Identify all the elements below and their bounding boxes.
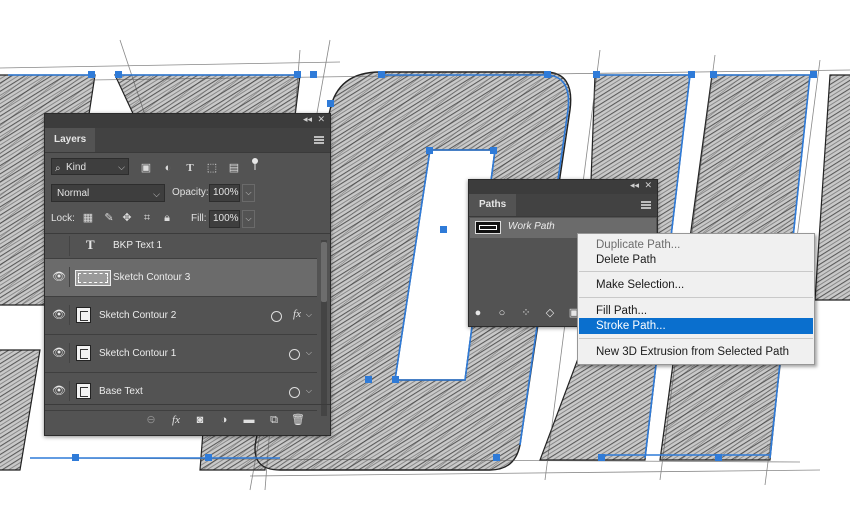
lock-image-pixels-icon[interactable]: ✎	[102, 211, 116, 225]
smart-filter-icon[interactable]	[289, 387, 300, 398]
opacity-input[interactable]: 100%	[209, 184, 240, 202]
layer-name: Sketch Contour 2	[99, 310, 177, 321]
link-layers-icon[interactable]: ⊖	[144, 413, 158, 427]
layer-row-sketch-contour-2[interactable]: 👁︎ Sketch Contour 2 fx ⌵	[45, 297, 317, 335]
close-icon[interactable]: ✕	[317, 115, 325, 125]
text-layer-icon: T	[86, 237, 95, 252]
opacity-label: Opacity:	[172, 187, 209, 198]
load-as-selection-icon[interactable]: ⁘	[520, 307, 532, 319]
collapse-icon[interactable]: ◂◂	[630, 181, 639, 191]
add-layer-mask-icon[interactable]: ◙	[193, 413, 207, 427]
panel-menu-icon[interactable]	[314, 136, 324, 144]
lock-transparent-pixels-icon[interactable]: ▦	[81, 211, 95, 225]
chevron-down-icon: ⌵	[153, 189, 160, 199]
layer-filter-row: ⌕ Kind ⌵ ▣ ◐ T ⬚ ▤	[45, 153, 330, 181]
add-layer-style-icon[interactable]: fx	[169, 413, 183, 427]
smart-object-thumbnail	[76, 383, 91, 399]
collapse-icon[interactable]: ◂◂	[303, 115, 312, 125]
path-thumbnail	[475, 221, 501, 234]
layers-panel-titlebar[interactable]: ◂◂ ✕	[45, 114, 330, 128]
tab-layers[interactable]: Layers	[45, 128, 96, 152]
layer-name: Sketch Contour 3	[113, 272, 191, 283]
layer-name: BKP Text 1	[113, 240, 163, 251]
blend-mode-select[interactable]: Normal ⌵	[51, 184, 165, 202]
lock-position-icon[interactable]: ✥	[120, 211, 134, 225]
lock-label: Lock:	[51, 213, 75, 224]
layer-row-sketch-contour-3[interactable]: 👁︎ Sketch Contour 3	[45, 259, 317, 297]
lock-artboard-icon[interactable]: ⌗	[140, 211, 154, 225]
blend-mode-value: Normal	[57, 188, 90, 199]
chevron-down-icon[interactable]: ⌵	[306, 348, 312, 358]
adjustment-filter-icon[interactable]: ◐	[159, 159, 177, 177]
menu-item-duplicate-path: Duplicate Path...	[596, 239, 681, 251]
menu-item-new-3d-extrusion[interactable]: New 3D Extrusion from Selected Path	[579, 344, 813, 360]
visibility-toggle-off[interactable]	[49, 236, 70, 256]
layer-row-sketch-contour-1[interactable]: 👁︎ Sketch Contour 1 ⌵	[45, 335, 317, 373]
make-work-path-icon[interactable]: ◇	[544, 307, 556, 319]
smart-object-thumbnail	[76, 345, 91, 361]
menu-separator	[579, 271, 813, 272]
blend-row: Normal ⌵ Opacity: 100% ⌵	[45, 181, 330, 207]
menu-item-stroke-path[interactable]: Stroke Path...	[579, 318, 813, 334]
eye-icon[interactable]: 👁︎	[49, 267, 70, 287]
chevron-down-icon[interactable]: ⌵	[306, 386, 312, 396]
type-filter-icon[interactable]: T	[181, 159, 199, 177]
chevron-down-icon: ⌵	[118, 162, 125, 172]
panel-menu-icon[interactable]	[641, 201, 651, 209]
opacity-slider-button[interactable]: ⌵	[242, 184, 255, 202]
chevron-down-icon[interactable]: ⌵	[306, 310, 312, 320]
fill-path-icon[interactable]: ●	[472, 307, 484, 319]
eye-icon[interactable]: 👁︎	[49, 343, 70, 363]
search-icon: ⌕	[55, 163, 61, 174]
layer-name: Sketch Contour 1	[99, 348, 177, 359]
menu-separator	[579, 338, 813, 339]
shape-filter-icon[interactable]: ⬚	[203, 159, 221, 177]
new-group-icon[interactable]: ▬	[242, 413, 256, 427]
layer-row-bkp-text-1[interactable]: T BKP Text 1	[45, 234, 317, 259]
paths-panel-titlebar[interactable]: ◂◂ ✕	[469, 180, 657, 194]
path-name: Work Path	[508, 221, 555, 232]
new-layer-icon[interactable]: ⧉	[267, 413, 281, 427]
smart-filter-icon[interactable]	[289, 349, 300, 360]
eye-icon[interactable]: 👁︎	[49, 381, 70, 401]
filter-toggle-icon[interactable]	[252, 158, 258, 170]
layer-thumbnail	[75, 270, 111, 286]
new-adjustment-layer-icon[interactable]: ◑	[217, 413, 231, 427]
layers-bottom-toolbar: ⊖ fx ◙ ◑ ▬ ⧉ 🗑︎	[45, 404, 330, 435]
image-filter-icon[interactable]: ▣	[137, 159, 155, 177]
menu-separator	[579, 297, 813, 298]
smart-object-thumbnail	[76, 307, 91, 323]
eye-icon[interactable]: 👁︎	[49, 305, 70, 325]
filter-kind-select[interactable]: ⌕ Kind ⌵	[51, 158, 129, 175]
smart-filter-icon[interactable]	[271, 311, 282, 322]
lock-row: Lock: ▦ ✎ ✥ ⌗ 🔒︎ Fill: 100% ⌵	[45, 207, 330, 234]
paths-tab-row: Paths	[469, 194, 657, 217]
path-context-menu[interactable]: Duplicate Path... Delete Path Make Selec…	[577, 233, 815, 365]
close-icon[interactable]: ✕	[644, 181, 652, 191]
layer-effects-icon[interactable]: fx	[293, 308, 301, 320]
tab-paths[interactable]: Paths	[469, 194, 517, 216]
delete-layer-icon[interactable]: 🗑︎	[291, 413, 305, 427]
stroke-path-icon[interactable]: ○	[496, 307, 508, 319]
menu-item-delete-path[interactable]: Delete Path	[579, 252, 813, 268]
menu-item-fill-path[interactable]: Fill Path...	[579, 303, 813, 319]
menu-item-make-selection[interactable]: Make Selection...	[579, 277, 813, 293]
fill-label: Fill:	[191, 213, 207, 224]
layers-panel[interactable]: ◂◂ ✕ Layers ⌕ Kind ⌵ ▣ ◐ T ⬚ ▤ Normal ⌵ Opac…	[44, 113, 331, 436]
smart-object-filter-icon[interactable]: ▤	[225, 159, 243, 177]
lock-all-icon[interactable]: 🔒︎	[160, 211, 174, 225]
layer-name: Base Text	[99, 386, 143, 397]
layers-list[interactable]: T BKP Text 1 👁︎ Sketch Contour 3 👁︎ Sket…	[45, 234, 330, 421]
filter-kind-label: Kind	[66, 162, 87, 173]
layers-scrollbar[interactable]	[321, 240, 327, 416]
fill-input[interactable]: 100%	[209, 210, 240, 228]
layers-tab-row: Layers	[45, 128, 330, 153]
fill-slider-button[interactable]: ⌵	[242, 210, 255, 228]
